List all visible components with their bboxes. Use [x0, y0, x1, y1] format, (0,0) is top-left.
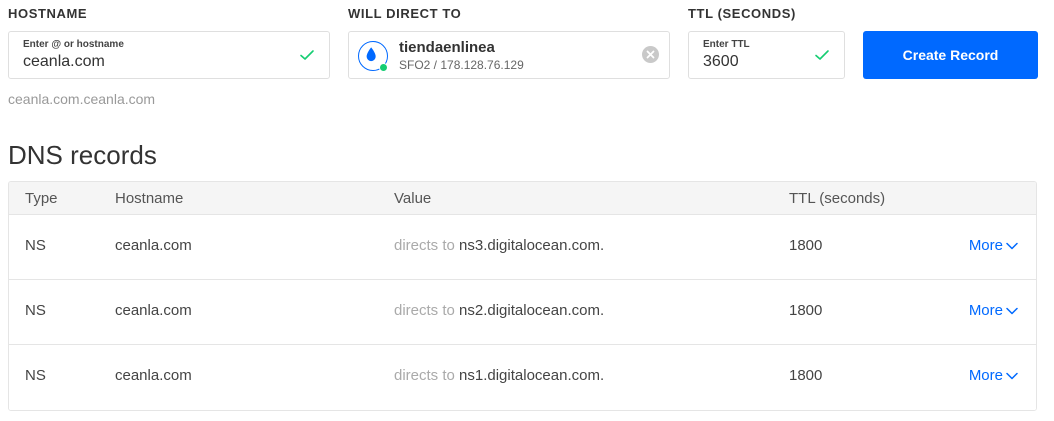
record-target: ns2.digitalocean.com. [459, 302, 605, 319]
droplet-name: tiendaenlinea [399, 39, 495, 56]
table-row: NS ceanla.com directs to ns2.digitalocea… [9, 280, 1036, 345]
droplet-region-ip: SFO2 / 178.128.76.129 [399, 58, 524, 72]
hostname-field-label: Enter @ or hostname [23, 39, 124, 50]
ttl-field[interactable]: Enter TTL 3600 [688, 31, 845, 79]
record-hostname: ceanla.com [115, 302, 192, 319]
table-header: Type Hostname Value TTL (seconds) [9, 182, 1036, 215]
chevron-down-icon [1006, 372, 1018, 380]
clear-icon[interactable] [642, 46, 659, 63]
table-row: NS ceanla.com directs to ns3.digitalocea… [9, 215, 1036, 280]
hostname-section-label: HOSTNAME [8, 6, 88, 21]
record-type: NS [25, 237, 46, 254]
more-label: More [968, 302, 1003, 319]
record-ttl: 1800 [789, 302, 823, 319]
column-header-value: Value [394, 190, 432, 207]
more-label: More [968, 367, 1003, 384]
direct-to-field[interactable]: tiendaenlinea SFO2 / 178.128.76.129 [348, 31, 670, 79]
create-record-button[interactable]: Create Record [863, 31, 1038, 79]
directs-to-label: directs to [394, 302, 455, 319]
more-button[interactable]: More [969, 302, 1018, 319]
directs-to-label: directs to [394, 367, 455, 384]
record-target: ns3.digitalocean.com. [459, 237, 605, 254]
ttl-field-label: Enter TTL [703, 39, 750, 50]
check-icon [815, 50, 829, 60]
record-target: ns1.digitalocean.com. [459, 367, 605, 384]
more-label: More [968, 237, 1003, 254]
more-button[interactable]: More [969, 237, 1018, 254]
table-row: NS ceanla.com directs to ns1.digitalocea… [9, 345, 1036, 410]
chevron-down-icon [1006, 307, 1018, 315]
record-value: directs to ns1.digitalocean.com. [394, 367, 604, 384]
record-hostname: ceanla.com [115, 237, 192, 254]
ttl-input[interactable]: 3600 [703, 53, 739, 71]
hostname-field[interactable]: Enter @ or hostname ceanla.com [8, 31, 330, 79]
page-title: DNS records [8, 140, 157, 170]
dns-records-table: Type Hostname Value TTL (seconds) NS cea… [8, 181, 1037, 411]
record-value: directs to ns3.digitalocean.com. [394, 237, 604, 254]
record-type: NS [25, 367, 46, 384]
chevron-down-icon [1006, 242, 1018, 250]
column-header-type: Type [25, 190, 58, 207]
hostname-input[interactable]: ceanla.com [23, 53, 105, 71]
record-type: NS [25, 302, 46, 319]
ttl-section-label: TTL (SECONDS) [688, 6, 796, 21]
column-header-hostname: Hostname [115, 190, 184, 207]
droplet-status-dot [379, 63, 388, 72]
directs-to-label: directs to [394, 237, 455, 254]
record-hostname: ceanla.com [115, 367, 192, 384]
direct-to-section-label: WILL DIRECT TO [348, 6, 462, 21]
hostname-preview: ceanla.com.ceanla.com [8, 91, 156, 107]
more-button[interactable]: More [969, 367, 1018, 384]
record-value: directs to ns2.digitalocean.com. [394, 302, 604, 319]
check-icon [300, 50, 314, 60]
record-ttl: 1800 [789, 237, 823, 254]
column-header-ttl: TTL (seconds) [789, 190, 886, 207]
record-ttl: 1800 [789, 367, 823, 384]
